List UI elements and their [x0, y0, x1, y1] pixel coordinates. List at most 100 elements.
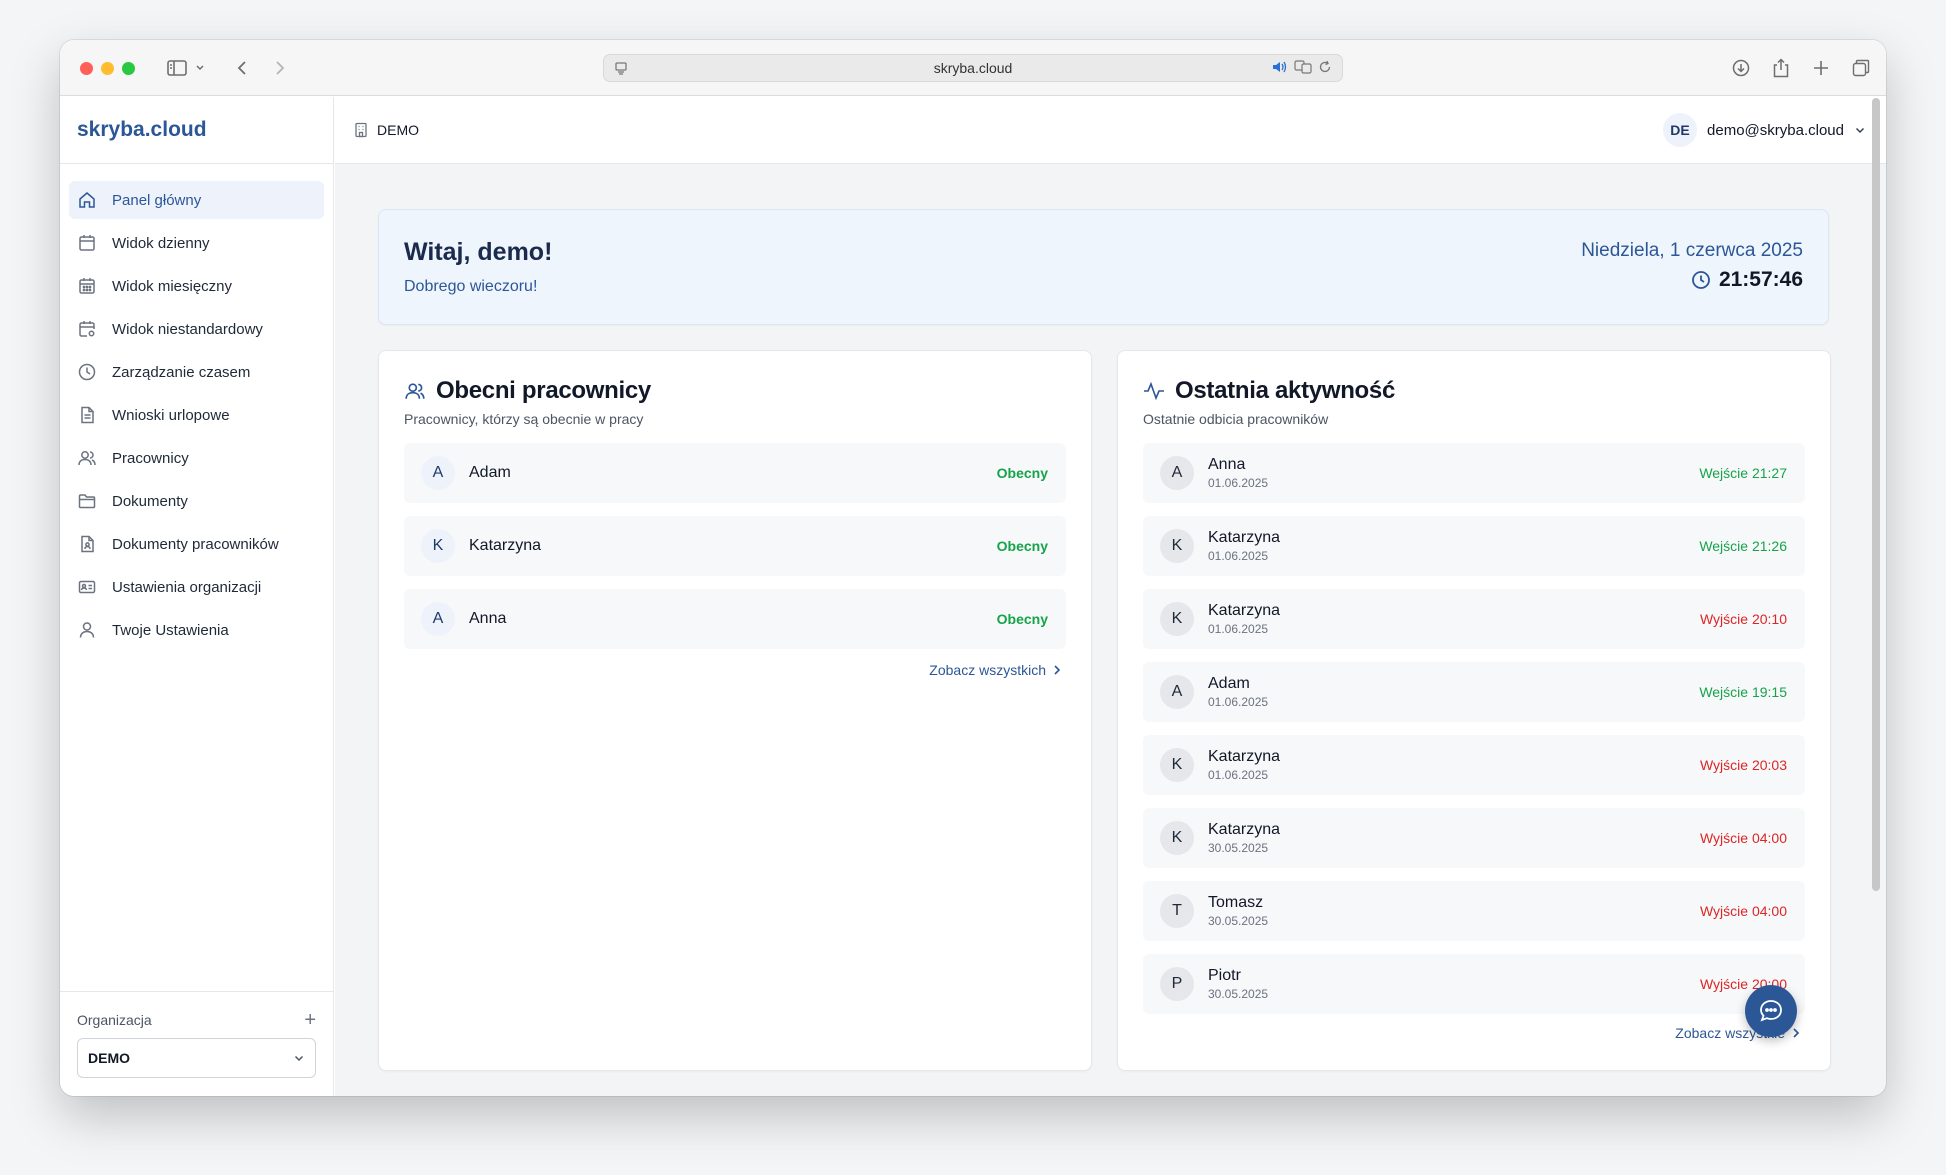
chat-bubble-icon — [1760, 1000, 1782, 1022]
downloads-icon[interactable] — [1729, 54, 1753, 82]
sidebar-item-label: Dokumenty — [112, 492, 188, 510]
user-icon — [79, 622, 95, 638]
sidebar-nav: Panel główny Widok dzienny Widok miesięc… — [60, 164, 333, 649]
tab-overview-icon[interactable] — [1849, 54, 1873, 82]
sidebar-item-your-settings[interactable]: Twoje Ustawienia — [69, 611, 324, 649]
sidebar-item-custom-view[interactable]: Widok niestandardowy — [69, 310, 324, 348]
activity-date: 30.05.2025 — [1208, 914, 1269, 928]
list-item[interactable]: P Piotr 30.05.2025 Wyjście 20:00 — [1143, 954, 1805, 1014]
sidebar: skryba.cloud Panel główny Widok dzienny … — [60, 97, 334, 1096]
sidebar-item-daily-view[interactable]: Widok dzienny — [69, 224, 324, 262]
translate-icon[interactable] — [1294, 60, 1312, 74]
activity-date: 30.05.2025 — [1208, 841, 1269, 855]
employee-name: Adam — [1208, 675, 1250, 692]
id-card-icon — [78, 580, 96, 594]
employee-name: Piotr — [1208, 967, 1241, 984]
sidebar-item-dashboard[interactable]: Panel główny — [69, 181, 324, 219]
sidebar-item-documents[interactable]: Dokumenty — [69, 482, 324, 520]
present-employees-card: Obecni pracownicy Pracownicy, którzy są … — [378, 350, 1092, 1071]
sidebar-item-label: Widok miesięczny — [112, 277, 233, 295]
current-time: 21:57:46 — [1691, 268, 1803, 292]
list-item[interactable]: A Adam Obecny — [404, 443, 1066, 503]
card-subtitle: Ostatnie odbicia pracowników — [1143, 411, 1329, 427]
avatar: K — [1160, 748, 1194, 782]
reload-icon[interactable] — [1318, 60, 1332, 74]
list-item[interactable]: A Adam 01.06.2025 Wejście 19:15 — [1143, 662, 1805, 722]
back-arrow-icon[interactable] — [230, 54, 254, 82]
calendar-grid-icon — [79, 278, 95, 294]
sidebar-item-employee-documents[interactable]: Dokumenty pracowników — [69, 525, 324, 563]
page-settings-icon[interactable] — [614, 61, 628, 78]
see-all-employees-link[interactable]: Zobacz wszystkich — [929, 662, 1063, 678]
chat-button[interactable] — [1745, 985, 1797, 1037]
activity-list: A Anna 01.06.2025 Wejście 21:27 K Katarz… — [1143, 443, 1805, 1027]
activity-event: Wejście 21:26 — [1699, 538, 1787, 554]
activity-event: Wejście 19:15 — [1699, 684, 1787, 700]
share-icon[interactable] — [1769, 54, 1793, 82]
sidebar-item-label: Ustawienia organizacji — [112, 578, 262, 596]
sidebar-item-label: Wnioski urlopowe — [112, 406, 230, 424]
card-title: Ostatnia aktywność — [1143, 377, 1395, 405]
employee-name: Adam — [469, 464, 511, 481]
list-item[interactable]: K Katarzyna 01.06.2025 Wyjście 20:10 — [1143, 589, 1805, 649]
list-item[interactable]: T Tomasz 30.05.2025 Wyjście 04:00 — [1143, 881, 1805, 941]
employee-name: Katarzyna — [1208, 821, 1281, 838]
maximize-window-button[interactable] — [122, 62, 135, 75]
brand-logo[interactable]: skryba.cloud — [60, 97, 333, 164]
activity-event: Wyjście 04:00 — [1699, 830, 1787, 846]
home-icon — [79, 192, 95, 208]
card-subtitle: Pracownicy, którzy są obecnie w pracy — [404, 411, 644, 427]
activity-date: 01.06.2025 — [1208, 549, 1269, 563]
address-bar[interactable]: skryba.cloud — [603, 54, 1343, 82]
sidebar-item-employees[interactable]: Pracownicy — [69, 439, 324, 477]
avatar: A — [1160, 675, 1194, 709]
sidebar-item-label: Panel główny — [112, 191, 202, 209]
sidebar-item-label: Twoje Ustawienia — [112, 621, 229, 639]
minimize-window-button[interactable] — [101, 62, 114, 75]
list-item[interactable]: K Katarzyna 01.06.2025 Wejście 21:26 — [1143, 516, 1805, 576]
new-tab-icon[interactable] — [1809, 54, 1833, 82]
sidebar-item-label: Widok dzienny — [112, 234, 210, 252]
user-email: demo@skryba.cloud — [1707, 121, 1844, 139]
organization-select[interactable]: DEMO — [77, 1038, 316, 1078]
user-menu[interactable]: DE demo@skryba.cloud — [1663, 113, 1866, 147]
sidebar-item-organization-settings[interactable]: Ustawienia organizacji — [69, 568, 324, 606]
organization-label: Organizacja — [77, 1012, 152, 1028]
activity-date: 01.06.2025 — [1208, 622, 1269, 636]
activity-date: 01.06.2025 — [1208, 768, 1269, 782]
organization-selected-value: DEMO — [88, 1050, 130, 1066]
sidebar-item-monthly-view[interactable]: Widok miesięczny — [69, 267, 324, 305]
main-content: DEMO DE demo@skryba.cloud Witaj, demo! D… — [335, 97, 1886, 1096]
calendar-icon — [79, 235, 95, 251]
close-window-button[interactable] — [80, 62, 93, 75]
users-icon — [405, 383, 425, 399]
avatar: K — [1160, 529, 1194, 563]
list-item[interactable]: K Katarzyna 30.05.2025 Wyjście 04:00 — [1143, 808, 1805, 868]
list-item[interactable]: A Anna 01.06.2025 Wejście 21:27 — [1143, 443, 1805, 503]
sidebar-item-leave-requests[interactable]: Wnioski urlopowe — [69, 396, 324, 434]
avatar: K — [1160, 602, 1194, 636]
add-organization-icon[interactable]: + — [304, 1010, 316, 1030]
avatar: A — [421, 602, 455, 636]
status-badge: Obecny — [996, 465, 1048, 481]
activity-event: Wejście 21:27 — [1699, 465, 1787, 481]
welcome-banner: Witaj, demo! Dobrego wieczoru! Niedziela… — [378, 209, 1829, 325]
sidebar-toggle-icon[interactable] — [164, 54, 208, 82]
clock-icon — [78, 363, 96, 381]
activity-event: Wyjście 04:00 — [1699, 903, 1787, 919]
employee-name: Katarzyna — [1208, 748, 1281, 765]
list-item[interactable]: K Katarzyna 01.06.2025 Wyjście 20:03 — [1143, 735, 1805, 795]
activity-icon — [1144, 381, 1164, 401]
sidebar-item-time-management[interactable]: Zarządzanie czasem — [69, 353, 324, 391]
avatar: T — [1160, 894, 1194, 928]
link-text: Zobacz wszystkich — [929, 662, 1046, 678]
forward-arrow-icon[interactable] — [268, 54, 292, 82]
list-item[interactable]: A Anna Obecny — [404, 589, 1066, 649]
list-item[interactable]: K Katarzyna Obecny — [404, 516, 1066, 576]
activity-event: Wyjście 20:10 — [1699, 611, 1787, 627]
current-date: Niedziela, 1 czerwca 2025 — [1581, 240, 1803, 261]
audio-icon[interactable] — [1272, 60, 1288, 74]
avatar: P — [1160, 967, 1194, 1001]
url-text: skryba.cloud — [933, 60, 1013, 76]
scrollbar[interactable] — [1872, 98, 1880, 891]
